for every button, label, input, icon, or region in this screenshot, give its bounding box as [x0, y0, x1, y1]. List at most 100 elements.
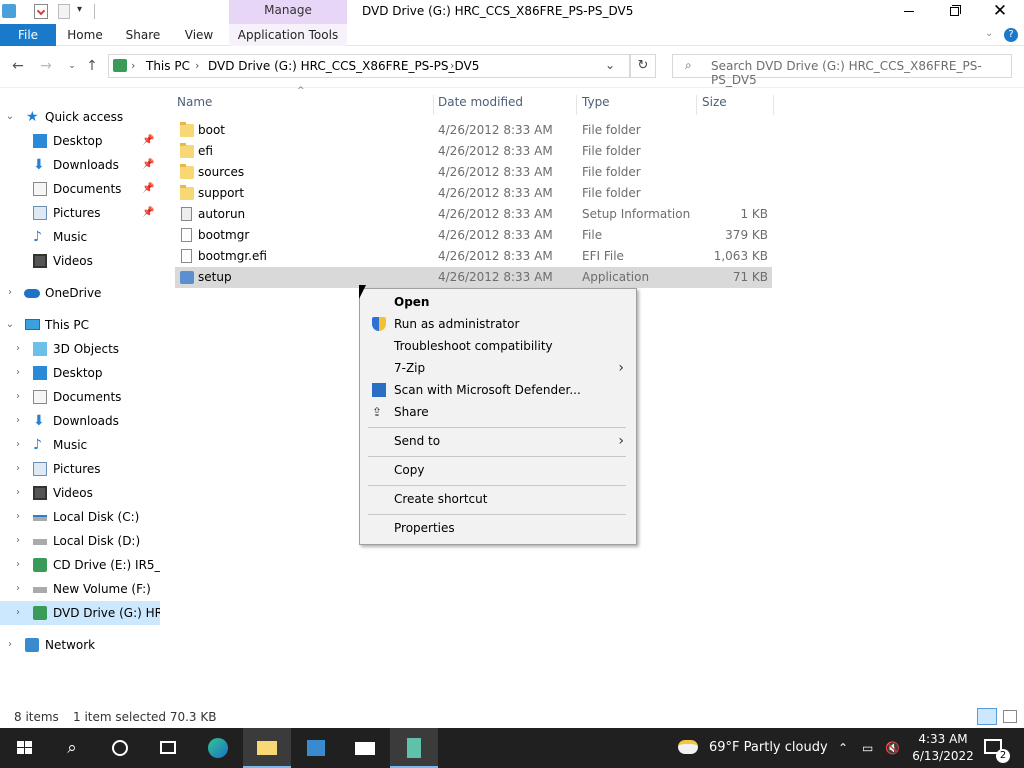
- menu-item-create-shortcut[interactable]: Create shortcut: [362, 488, 634, 510]
- nav-quick-desktop[interactable]: Desktop 📌: [0, 129, 160, 153]
- nav-this-pc[interactable]: ⌄ This PC: [0, 313, 160, 337]
- weather-text[interactable]: 69°F Partly cloudy: [709, 728, 828, 768]
- nav-pc-dvd-drive-g[interactable]: › DVD Drive (G:) HRC: [0, 601, 160, 625]
- large-icons-view-icon[interactable]: [1003, 710, 1017, 723]
- properties-quick-icon[interactable]: [34, 4, 48, 19]
- column-header-type[interactable]: Type: [577, 95, 697, 115]
- breadcrumb-dvd-drive[interactable]: DVD Drive (G:) HRC_CCS_X86FRE_PS-PS_DV5: [208, 59, 479, 73]
- nav-quick-downloads[interactable]: ⬇ Downloads 📌: [0, 153, 160, 177]
- pin-icon[interactable]: 📌: [142, 177, 154, 201]
- back-arrow-icon[interactable]: ←: [8, 56, 28, 76]
- menu-item-share[interactable]: ⇪ Share: [362, 401, 634, 423]
- weather-icon[interactable]: [678, 740, 698, 754]
- expand-chevron-icon[interactable]: ›: [12, 385, 24, 409]
- address-dropdown-icon[interactable]: ⌄: [605, 58, 615, 72]
- file-row-setup[interactable]: setup 4/26/2012 8:33 AM Application 71 K…: [175, 267, 772, 288]
- nav-onedrive[interactable]: › OneDrive: [0, 281, 160, 305]
- expand-chevron-icon[interactable]: ›: [12, 601, 24, 625]
- nav-pc-local-disk-c[interactable]: › Local Disk (C:): [0, 505, 160, 529]
- file-row-efi[interactable]: efi 4/26/2012 8:33 AM File folder: [175, 141, 772, 162]
- menu-item-copy[interactable]: Copy: [362, 459, 634, 481]
- expand-chevron-icon[interactable]: ›: [12, 409, 24, 433]
- setup-taskbar-button[interactable]: [390, 728, 438, 768]
- customize-quick-access-icon[interactable]: ▾: [77, 4, 82, 15]
- menu-item-7zip[interactable]: 7-Zip ›: [362, 357, 634, 379]
- expand-chevron-icon[interactable]: ›: [12, 505, 24, 529]
- edge-button[interactable]: [194, 728, 242, 768]
- expand-chevron-icon[interactable]: ›: [12, 481, 24, 505]
- new-folder-quick-icon[interactable]: [58, 4, 70, 19]
- expand-chevron-icon[interactable]: ›: [12, 577, 24, 601]
- tab-home[interactable]: Home: [60, 24, 110, 46]
- network-tray-icon[interactable]: ▭: [862, 728, 873, 768]
- nav-pc-videos[interactable]: › Videos: [0, 481, 160, 505]
- breadcrumb-chevron-icon[interactable]: ›: [450, 59, 454, 72]
- nav-pc-desktop[interactable]: › Desktop: [0, 361, 160, 385]
- column-header-date[interactable]: Date modified: [433, 95, 577, 115]
- show-hidden-icons[interactable]: ⌃: [838, 728, 848, 768]
- nav-pc-new-volume-f[interactable]: › New Volume (F:): [0, 577, 160, 601]
- nav-pc-cd-drive-e[interactable]: › CD Drive (E:) IR5_CC: [0, 553, 160, 577]
- expand-chevron-icon[interactable]: ›: [12, 553, 24, 577]
- nav-quick-documents[interactable]: Documents 📌: [0, 177, 160, 201]
- pin-icon[interactable]: 📌: [142, 153, 154, 177]
- search-button[interactable]: ⌕: [48, 728, 96, 768]
- clock[interactable]: 4:33 AM 6/13/2022: [912, 731, 974, 765]
- expand-chevron-icon[interactable]: ›: [4, 281, 16, 305]
- task-view-button[interactable]: [144, 728, 192, 768]
- refresh-button[interactable]: ↻: [630, 54, 656, 78]
- mail-button[interactable]: [341, 728, 389, 768]
- expand-chevron-icon[interactable]: ›: [12, 457, 24, 481]
- expand-chevron-icon[interactable]: ›: [12, 529, 24, 553]
- menu-item-troubleshoot[interactable]: Troubleshoot compatibility: [362, 335, 634, 357]
- recent-locations-icon[interactable]: ⌄: [62, 56, 82, 76]
- file-row-sources[interactable]: sources 4/26/2012 8:33 AM File folder: [175, 162, 772, 183]
- menu-item-scan-defender[interactable]: Scan with Microsoft Defender...: [362, 379, 634, 401]
- nav-quick-pictures[interactable]: Pictures 📌: [0, 201, 160, 225]
- up-arrow-icon[interactable]: ↑: [82, 56, 102, 76]
- menu-item-send-to[interactable]: Send to ›: [362, 430, 634, 452]
- volume-muted-icon[interactable]: 🔇: [885, 728, 900, 768]
- pin-icon[interactable]: 📌: [142, 201, 154, 225]
- nav-pc-documents[interactable]: › Documents: [0, 385, 160, 409]
- file-row-support[interactable]: support 4/26/2012 8:33 AM File folder: [175, 183, 772, 204]
- nav-pc-3d-objects[interactable]: › 3D Objects: [0, 337, 160, 361]
- menu-item-run-as-administrator[interactable]: Run as administrator: [362, 313, 634, 335]
- expand-chevron-icon[interactable]: ›: [12, 361, 24, 385]
- file-row-autorun[interactable]: autorun 4/26/2012 8:33 AM Setup Informat…: [175, 204, 772, 225]
- help-icon[interactable]: ?: [1004, 28, 1018, 42]
- nav-pc-downloads[interactable]: › ⬇ Downloads: [0, 409, 160, 433]
- column-header-name[interactable]: Name: [172, 95, 434, 115]
- collapse-chevron-icon[interactable]: ⌄: [4, 105, 16, 129]
- menu-item-open[interactable]: Open: [362, 291, 634, 313]
- nav-pc-music[interactable]: › ♪ Music: [0, 433, 160, 457]
- expand-chevron-icon[interactable]: ›: [12, 433, 24, 457]
- minimize-button[interactable]: [900, 2, 920, 20]
- forward-arrow-icon[interactable]: →: [36, 56, 56, 76]
- nav-network[interactable]: › Network: [0, 633, 160, 657]
- pin-icon[interactable]: 📌: [142, 129, 154, 153]
- tab-share[interactable]: Share: [118, 24, 168, 46]
- nav-quick-videos[interactable]: Videos: [0, 249, 160, 273]
- expand-chevron-icon[interactable]: ›: [4, 633, 16, 657]
- breadcrumb-chevron-icon[interactable]: ›: [131, 59, 135, 72]
- breadcrumb-chevron-icon[interactable]: ›: [195, 59, 199, 72]
- address-bar[interactable]: › This PC › DVD Drive (G:) HRC_CCS_X86FR…: [108, 54, 630, 78]
- file-row-bootmgr-efi[interactable]: bootmgr.efi 4/26/2012 8:33 AM EFI File 1…: [175, 246, 772, 267]
- file-explorer-button[interactable]: [243, 728, 291, 768]
- column-header-size[interactable]: Size: [697, 95, 774, 115]
- expand-chevron-icon[interactable]: ›: [12, 337, 24, 361]
- nav-pc-pictures[interactable]: › Pictures: [0, 457, 160, 481]
- search-box[interactable]: ⌕ Search DVD Drive (G:) HRC_CCS_X86FRE_P…: [672, 54, 1012, 87]
- file-row-bootmgr[interactable]: bootmgr 4/26/2012 8:33 AM File 379 KB: [175, 225, 772, 246]
- tab-file[interactable]: File: [0, 24, 56, 46]
- nav-pc-local-disk-d[interactable]: › Local Disk (D:): [0, 529, 160, 553]
- store-button[interactable]: [292, 728, 340, 768]
- ribbon-expand-icon[interactable]: ⌄: [985, 28, 993, 39]
- details-view-icon[interactable]: [977, 708, 997, 725]
- nav-quick-access[interactable]: ⌄ ★ Quick access: [0, 105, 160, 129]
- file-row-boot[interactable]: boot 4/26/2012 8:33 AM File folder: [175, 120, 772, 141]
- tab-application-tools[interactable]: Application Tools: [229, 24, 347, 46]
- breadcrumb-this-pc[interactable]: This PC: [146, 59, 190, 73]
- menu-item-properties[interactable]: Properties: [362, 517, 634, 539]
